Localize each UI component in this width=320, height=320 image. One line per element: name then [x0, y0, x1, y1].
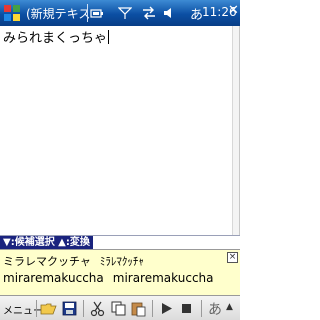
candidate-item[interactable]: ﾐﾗﾚﾏｸｯﾁｬ: [100, 255, 144, 268]
conversion-hint: ▼:候補選択 ▲:変換: [0, 236, 93, 249]
title-separator: [87, 4, 88, 22]
candidate-close-button[interactable]: ×: [227, 252, 238, 263]
signal-icon[interactable]: [118, 6, 132, 20]
toolbar-separator: [36, 300, 37, 317]
toolbar-separator: [152, 300, 153, 317]
candidate-panel: ミラレマクッチャ ﾐﾗﾚﾏｸｯﾁｬ miraremakuccha miraremak…: [0, 249, 240, 295]
toolbar-separator: [201, 300, 202, 317]
battery-icon[interactable]: [90, 6, 104, 20]
save-icon[interactable]: [61, 300, 78, 317]
ime-menu-arrow-icon[interactable]: ▲: [226, 302, 233, 312]
stop-icon[interactable]: [178, 300, 195, 317]
paste-icon[interactable]: [130, 300, 147, 317]
connectivity-icon[interactable]: [142, 6, 156, 20]
bottom-toolbar: メニュー あ ▲: [0, 295, 240, 320]
toolbar-separator: [83, 300, 84, 317]
open-folder-icon[interactable]: [40, 300, 57, 317]
candidate-item[interactable]: ミラレマクッチャ: [3, 255, 91, 268]
vertical-scrollbar[interactable]: [232, 26, 239, 235]
text-caret: [108, 30, 110, 44]
cut-icon[interactable]: [89, 300, 106, 317]
volume-icon[interactable]: [162, 6, 176, 20]
candidate-row-romaji: miraremakuccha miraremakuccha: [3, 271, 214, 285]
ime-switch-button[interactable]: あ: [208, 299, 222, 319]
typed-text: みられまくっちゃ: [3, 31, 108, 46]
windows-start-icon[interactable]: [2, 3, 22, 23]
candidate-item[interactable]: miraremakuccha: [3, 271, 104, 285]
play-icon[interactable]: [158, 300, 175, 317]
close-button[interactable]: ✕: [228, 3, 239, 18]
title-bar: (新規テキス あ 11:26 ✕: [0, 0, 240, 26]
window-title: (新規テキス: [26, 7, 91, 21]
text-editor[interactable]: みられまくっちゃ: [0, 26, 240, 235]
menu-button[interactable]: メニュー: [3, 302, 43, 317]
copy-icon[interactable]: [110, 300, 127, 317]
candidate-row-katakana: ミラレマクッチャ ﾐﾗﾚﾏｸｯﾁｬ: [3, 253, 144, 269]
hint-bar: ▼:候補選択 ▲:変換: [0, 235, 240, 249]
editor-text[interactable]: みられまくっちゃ: [3, 27, 110, 46]
candidate-item[interactable]: miraremakuccha: [113, 271, 214, 285]
